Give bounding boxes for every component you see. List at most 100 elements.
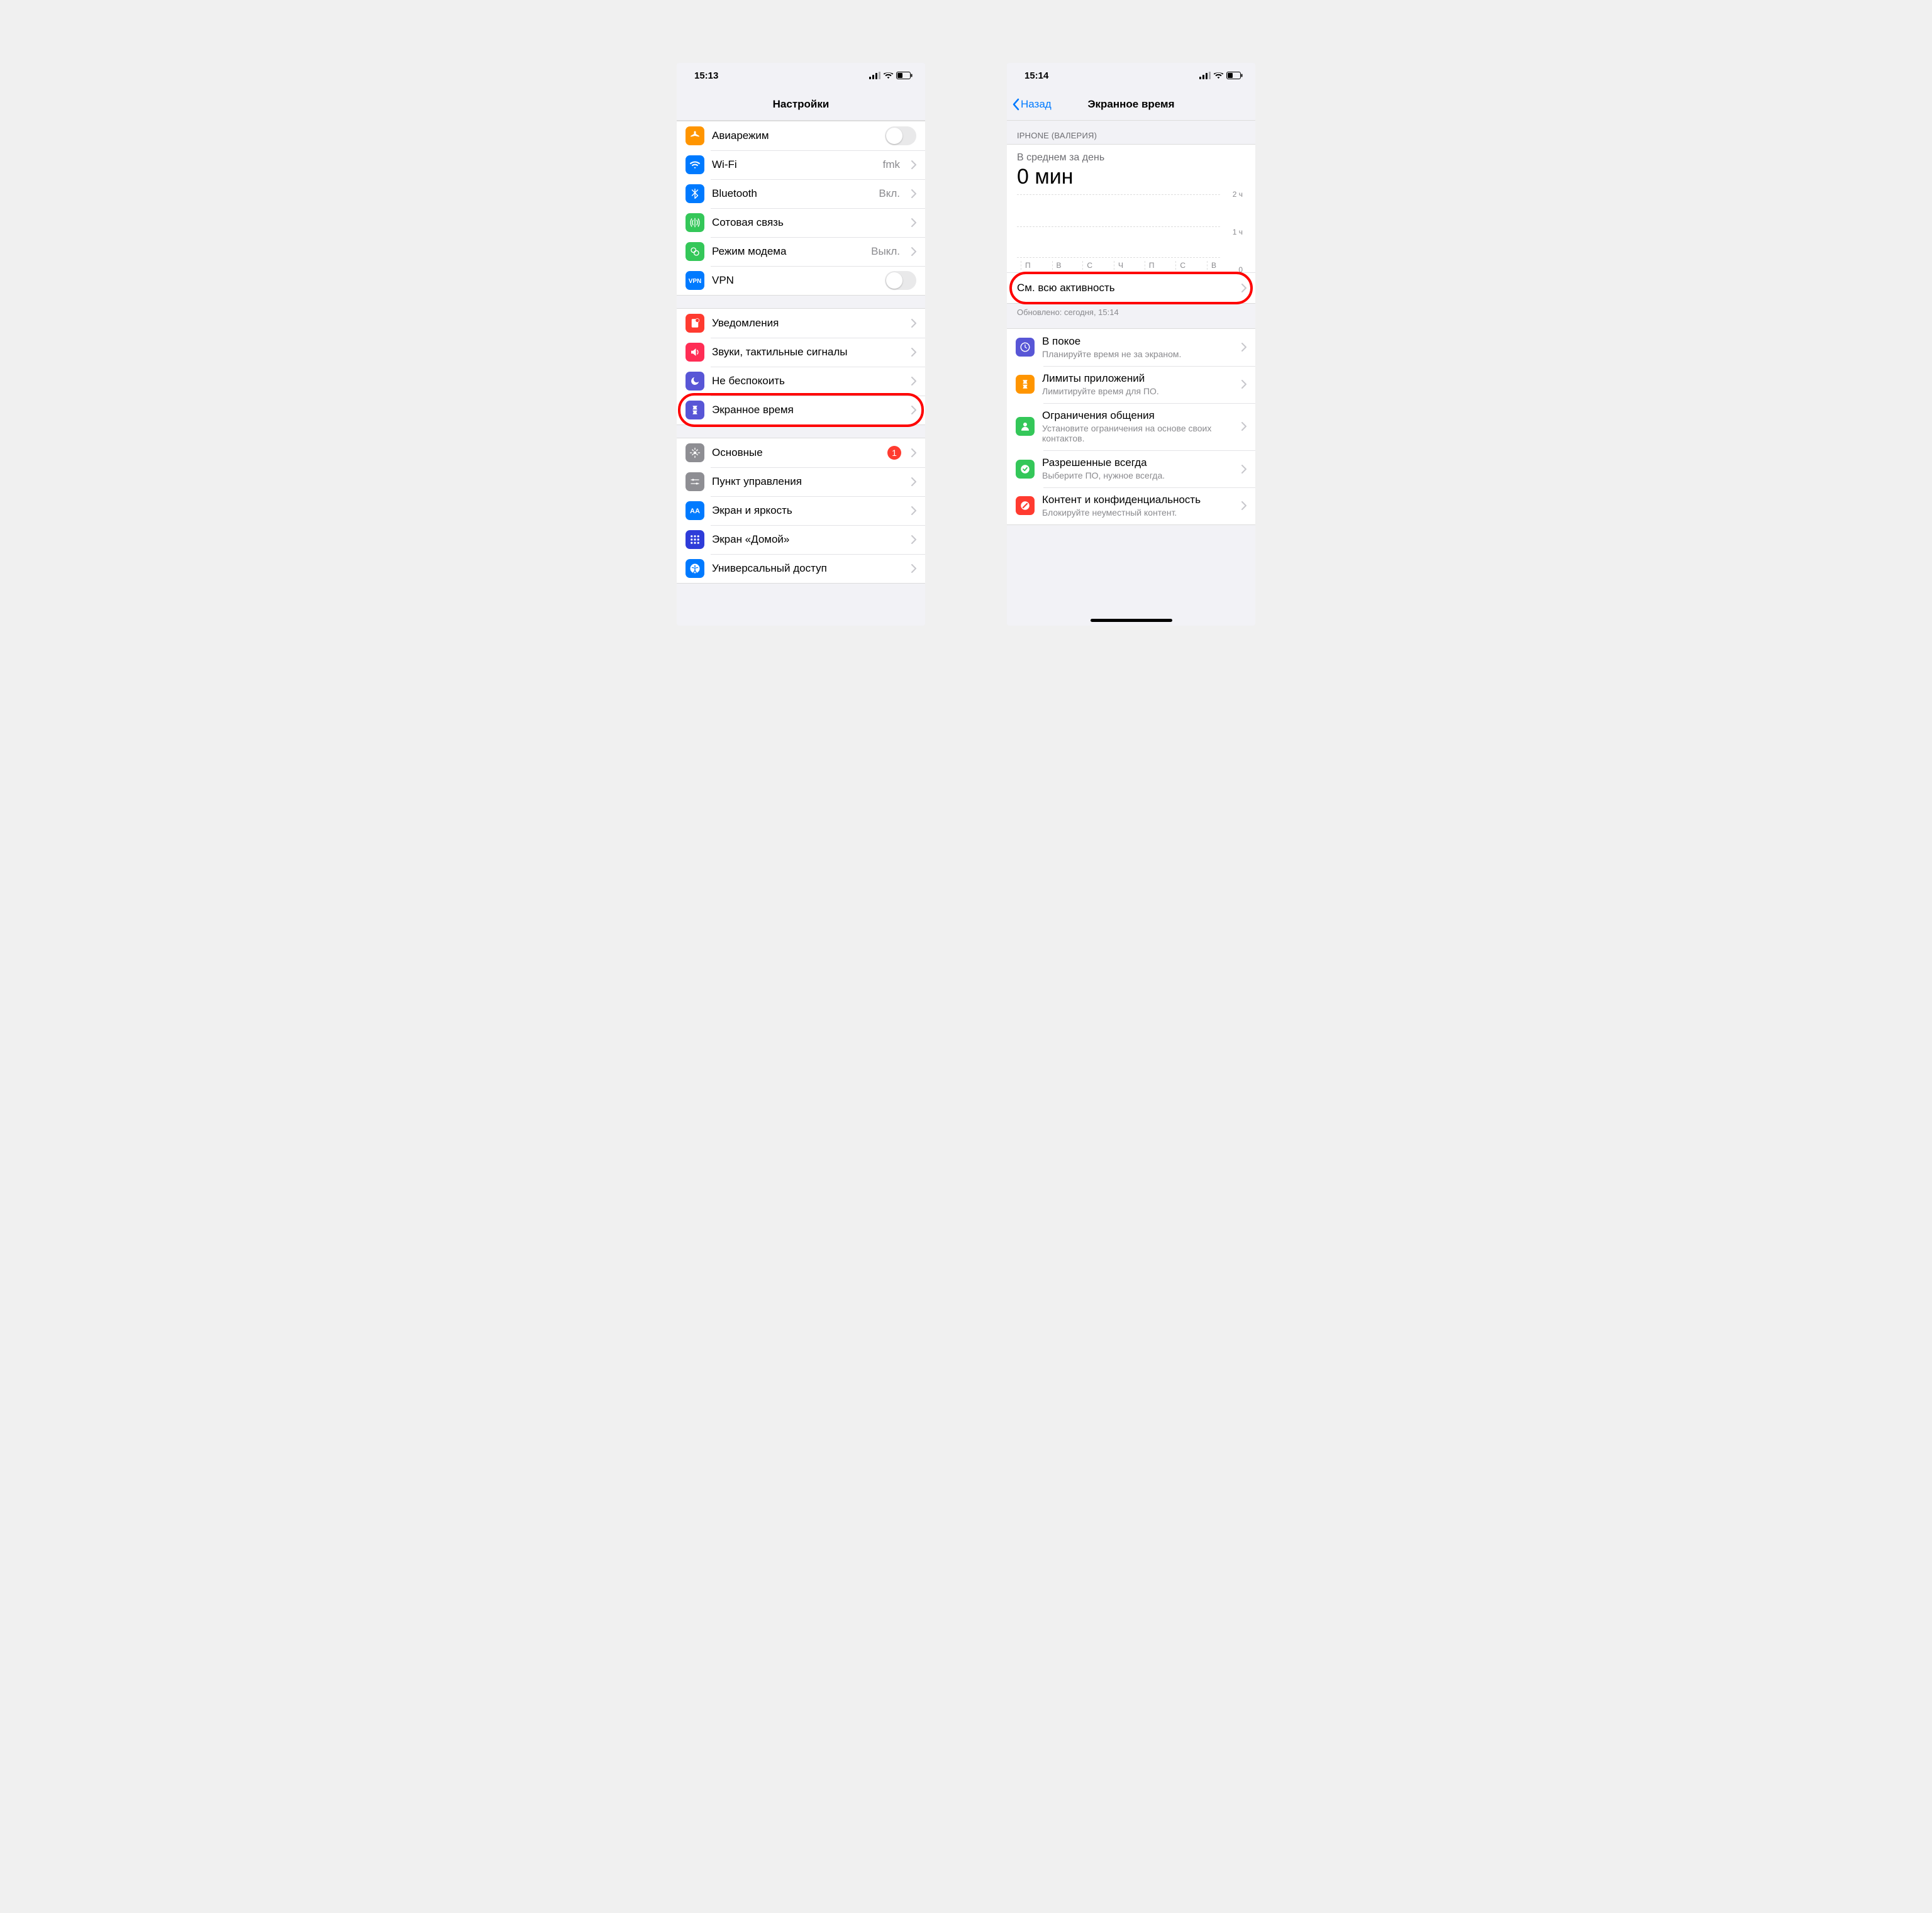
chart-ylabel-top: 2 ч — [1233, 190, 1243, 199]
feature-row-limits[interactable]: Лимиты приложенийЛимитируйте время для П… — [1007, 366, 1255, 403]
settings-row-cellular[interactable]: Сотовая связь — [677, 208, 925, 237]
control-icon — [686, 472, 704, 491]
settings-row-dnd[interactable]: Не беспокоить — [677, 367, 925, 396]
chevron-right-icon — [911, 377, 916, 385]
chart-day-label: В — [1052, 261, 1062, 270]
chevron-right-icon — [911, 319, 916, 328]
back-button[interactable]: Назад — [1012, 98, 1052, 111]
vpn-icon: VPN — [686, 271, 704, 290]
nav-bar: Настройки — [677, 88, 925, 121]
settings-row-control[interactable]: Пункт управления — [677, 467, 925, 496]
row-label: Универсальный доступ — [712, 562, 904, 575]
chart-day-label: С — [1175, 261, 1185, 270]
settings-row-vpn[interactable]: VPN VPN — [677, 266, 925, 295]
general-icon — [686, 443, 704, 462]
device-header: IPHONE (ВАЛЕРИЯ) — [1007, 121, 1255, 144]
settings-row-accessibility[interactable]: Универсальный доступ — [677, 554, 925, 583]
see-all-activity-row[interactable]: См. всю активность — [1007, 272, 1255, 303]
updated-footer: Обновлено: сегодня, 15:14 — [1007, 304, 1255, 317]
status-bar: 15:13 — [677, 63, 925, 88]
status-time: 15:14 — [1024, 70, 1048, 81]
row-label: VPN — [712, 274, 877, 287]
feature-row-downtime[interactable]: В покоеПланируйте время не за экраном. — [1007, 329, 1255, 366]
sounds-icon — [686, 343, 704, 362]
feature-subtitle: Лимитируйте время для ПО. — [1042, 386, 1234, 397]
feature-title: Лимиты приложений — [1042, 372, 1234, 385]
chevron-right-icon — [1241, 380, 1246, 389]
chevron-right-icon — [911, 218, 916, 227]
row-label: Wi-Fi — [712, 158, 875, 171]
settings-row-screentime[interactable]: Экранное время — [677, 396, 925, 424]
chevron-right-icon — [911, 535, 916, 544]
settings-row-notifications[interactable]: Уведомления — [677, 309, 925, 338]
chevron-right-icon — [1241, 501, 1246, 510]
feature-title: В покое — [1042, 335, 1234, 348]
home-icon — [686, 530, 704, 549]
chevron-right-icon — [1241, 343, 1246, 352]
settings-row-general[interactable]: Основные 1 — [677, 438, 925, 467]
row-label: Bluetooth — [712, 187, 871, 200]
settings-row-wifi[interactable]: Wi-Fi fmk — [677, 150, 925, 179]
svg-text:AA: AA — [690, 507, 700, 515]
screentime-summary-card: В среднем за день 0 мин 2 ч 1 ч 0 ПВСЧПС… — [1007, 144, 1255, 304]
chevron-right-icon — [911, 406, 916, 414]
feature-row-commlimits[interactable]: Ограничения общенияУстановите ограничени… — [1007, 403, 1255, 451]
row-label: Экран «Домой» — [712, 533, 904, 546]
back-label: Назад — [1021, 98, 1052, 111]
settings-row-bluetooth[interactable]: Bluetooth Вкл. — [677, 179, 925, 208]
feature-text: Ограничения общенияУстановите ограничени… — [1042, 409, 1234, 445]
hotspot-icon — [686, 242, 704, 261]
chevron-right-icon — [911, 564, 916, 573]
feature-row-privacy[interactable]: Контент и конфиденциальностьБлокируйте н… — [1007, 487, 1255, 524]
settings-row-airplane[interactable]: Авиарежим — [677, 121, 925, 150]
feature-text: В покоеПланируйте время не за экраном. — [1042, 335, 1234, 360]
screentime-content[interactable]: IPHONE (ВАЛЕРИЯ) В среднем за день 0 мин… — [1007, 121, 1255, 626]
row-label: Сотовая связь — [712, 216, 904, 229]
chevron-right-icon — [911, 506, 916, 515]
row-label: Режим модема — [712, 245, 863, 258]
chevron-right-icon — [911, 348, 916, 357]
settings-row-sounds[interactable]: Звуки, тактильные сигналы — [677, 338, 925, 367]
home-indicator[interactable] — [1091, 619, 1172, 622]
row-label: Экран и яркость — [712, 504, 904, 517]
row-value: Выкл. — [871, 245, 900, 258]
row-label: Экранное время — [712, 404, 904, 416]
feature-subtitle: Блокируйте неуместный контент. — [1042, 507, 1234, 518]
chevron-right-icon — [1241, 422, 1246, 431]
accessibility-icon — [686, 559, 704, 578]
feature-text: Контент и конфиденциальностьБлокируйте н… — [1042, 494, 1234, 518]
feature-subtitle: Выберите ПО, нужное всегда. — [1042, 470, 1234, 481]
chart-day-label: П — [1021, 261, 1031, 270]
settings-row-display[interactable]: AA Экран и яркость — [677, 496, 925, 525]
status-time: 15:13 — [694, 70, 718, 81]
status-bar: 15:14 — [1007, 63, 1255, 88]
chevron-right-icon — [911, 247, 916, 256]
chart-day-label: Ч — [1114, 261, 1123, 270]
badge: 1 — [887, 446, 901, 460]
row-value: fmk — [883, 158, 900, 171]
settings-list[interactable]: Авиарежим Wi-Fi fmk Bluetooth Вкл. Сотовая св… — [677, 121, 925, 626]
nav-title: Настройки — [773, 98, 830, 111]
bluetooth-icon — [686, 184, 704, 203]
feature-subtitle: Установите ограничения на основе своих к… — [1042, 423, 1234, 445]
feature-row-allowed[interactable]: Разрешенные всегдаВыберите ПО, нужное вс… — [1007, 450, 1255, 487]
row-value: Вкл. — [879, 187, 900, 200]
toggle[interactable] — [885, 126, 916, 145]
avg-per-day-label: В среднем за день — [1017, 152, 1245, 164]
settings-row-hotspot[interactable]: Режим модема Выкл. — [677, 237, 925, 266]
chevron-right-icon — [1241, 465, 1246, 474]
row-label: Авиарежим — [712, 130, 877, 142]
settings-row-home[interactable]: Экран «Домой» — [677, 525, 925, 554]
nav-bar: Назад Экранное время — [1007, 88, 1255, 121]
toggle[interactable] — [885, 271, 916, 290]
chart-ylabel-mid: 1 ч — [1233, 228, 1243, 236]
chevron-right-icon — [911, 160, 916, 169]
display-icon: AA — [686, 501, 704, 520]
chart-day-label: С — [1082, 261, 1092, 270]
allowed-icon — [1016, 460, 1035, 479]
commlimits-icon — [1016, 417, 1035, 436]
feature-subtitle: Планируйте время не за экраном. — [1042, 349, 1234, 360]
see-all-activity-label: См. всю активность — [1017, 282, 1241, 294]
row-label: Основные — [712, 446, 880, 459]
feature-text: Разрешенные всегдаВыберите ПО, нужное вс… — [1042, 457, 1234, 481]
